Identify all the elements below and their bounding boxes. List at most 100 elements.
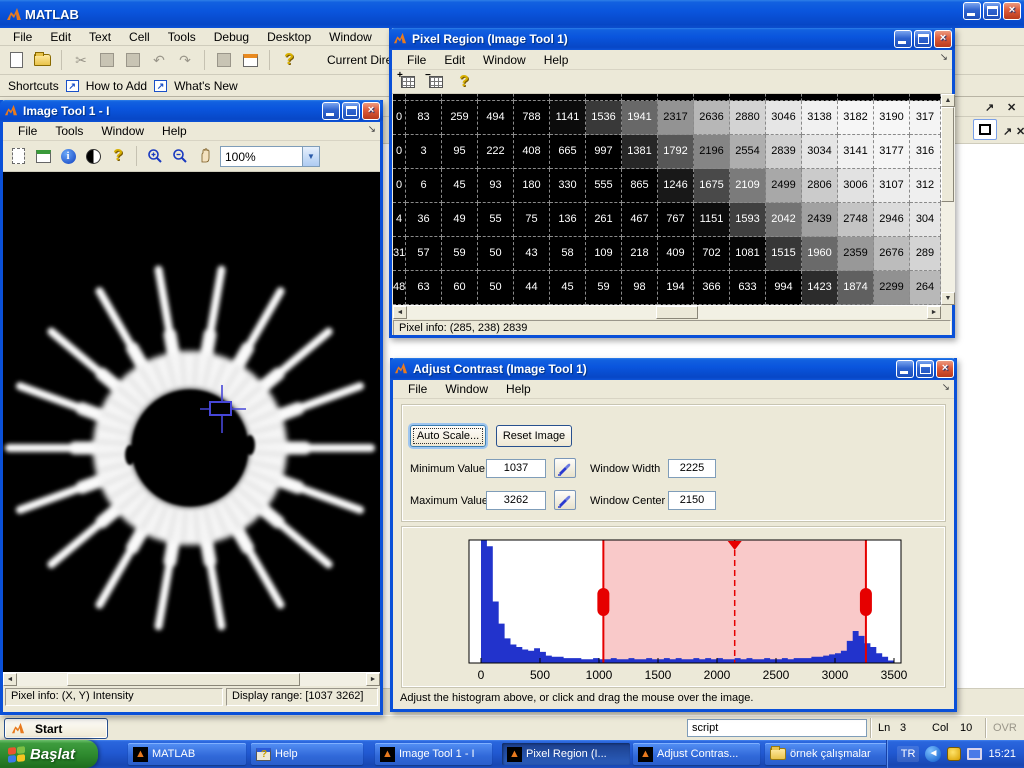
grid-cell[interactable]: 194 xyxy=(658,271,694,305)
grid-cell-clipped[interactable] xyxy=(622,94,658,101)
menu-file[interactable]: File xyxy=(9,122,46,140)
grid-cell[interactable]: 83 xyxy=(406,101,442,135)
grid-cell-clipped[interactable] xyxy=(766,94,802,101)
grid-cell[interactable]: 43 xyxy=(514,237,550,271)
close-pane-icon[interactable]: ✕ xyxy=(1016,125,1024,138)
close-button[interactable]: × xyxy=(362,102,380,120)
script-field[interactable]: script xyxy=(687,719,867,737)
close-button[interactable]: × xyxy=(936,360,954,378)
task-button-matlab[interactable]: ▲MATLAB xyxy=(128,743,246,765)
menu-text[interactable]: Text xyxy=(80,28,120,46)
simulink-icon[interactable] xyxy=(214,50,234,70)
grid-cell[interactable]: 2499 xyxy=(766,169,802,203)
chevron-down-icon[interactable]: ▼ xyxy=(302,147,319,166)
grid-cell[interactable]: 1381 xyxy=(622,135,658,169)
grid-cell[interactable]: 264 xyxy=(910,271,941,305)
dock-arrow-icon[interactable]: ↘ xyxy=(368,124,376,135)
grid-cell-clipped[interactable] xyxy=(694,94,730,101)
grid-cell[interactable]: 45 xyxy=(442,169,478,203)
grid-cell[interactable]: 50 xyxy=(478,271,514,305)
menu-window[interactable]: Window xyxy=(92,122,153,140)
grid-cell-clipped[interactable] xyxy=(478,94,514,101)
grid-cell[interactable]: 289 xyxy=(910,237,941,271)
pan-hand-icon[interactable] xyxy=(195,146,215,166)
grid-cell[interactable]: 330 xyxy=(550,169,586,203)
undock-icon[interactable]: ↗ xyxy=(985,101,994,114)
shortcut-icon[interactable]: ↗ xyxy=(66,80,79,92)
window-center-field[interactable]: 2150 xyxy=(668,491,716,510)
task-button-rnek-al-malar[interactable]: örnek çalışmalar xyxy=(765,743,887,765)
copy-icon[interactable] xyxy=(97,50,117,70)
help-icon[interactable]: ? xyxy=(108,146,128,166)
grid-cell-clipped[interactable] xyxy=(838,94,874,101)
menu-window[interactable]: Window xyxy=(320,28,381,46)
minimize-button[interactable] xyxy=(896,360,914,378)
grid-cell[interactable]: 1960 xyxy=(802,237,838,271)
grid-cell[interactable]: 555 xyxy=(586,169,622,203)
intensity-histogram[interactable]: 0500100015002000250030003500 xyxy=(402,527,943,685)
grid-cell[interactable]: 95 xyxy=(442,135,478,169)
grid-cell[interactable]: 2880 xyxy=(730,101,766,135)
menu-help[interactable]: Help xyxy=(497,380,540,398)
adjust-contrast-titlebar[interactable]: Adjust Contrast (Image Tool 1) × xyxy=(390,358,957,380)
zoom-level-combobox[interactable]: 100% ▼ xyxy=(220,146,320,167)
grid-cell[interactable]: 3006 xyxy=(838,169,874,203)
scroll-up-arrow[interactable]: ▲ xyxy=(941,94,955,107)
grid-cell[interactable]: 45 xyxy=(550,271,586,305)
task-button-adjust-contras[interactable]: ▲Adjust Contras... xyxy=(633,743,760,765)
grid-cell[interactable]: 2196 xyxy=(694,135,730,169)
matlab-titlebar[interactable]: MATLAB × xyxy=(0,0,1024,28)
grid-cell[interactable]: 2439 xyxy=(802,203,838,237)
menu-help[interactable]: Help xyxy=(153,122,196,140)
menu-cell[interactable]: Cell xyxy=(120,28,159,46)
open-file-icon[interactable] xyxy=(32,50,52,70)
maximize-button[interactable] xyxy=(342,102,360,120)
image-horizontal-scrollbar[interactable]: ◄ ► xyxy=(3,672,380,686)
grid-cell[interactable]: 63 xyxy=(406,271,442,305)
matlab-start-button[interactable]: Start xyxy=(4,718,108,739)
grid-cell[interactable]: 633 xyxy=(730,271,766,305)
grid-cell[interactable]: 2299 xyxy=(874,271,910,305)
grid-cell[interactable]: 317 xyxy=(910,101,941,135)
grid-cell[interactable]: 261 xyxy=(586,203,622,237)
grid-cell[interactable]: 467 xyxy=(622,203,658,237)
scroll-right-arrow[interactable]: ► xyxy=(366,673,380,686)
maximize-button[interactable] xyxy=(916,360,934,378)
zoom-out-grid-icon[interactable]: − xyxy=(426,72,446,92)
grid-cell-clipped[interactable] xyxy=(442,94,478,101)
menu-tools[interactable]: Tools xyxy=(46,122,92,140)
adjust-contrast-icon[interactable] xyxy=(83,146,103,166)
grid-cell[interactable]: 136 xyxy=(550,203,586,237)
menu-file[interactable]: File xyxy=(399,380,436,398)
menu-debug[interactable]: Debug xyxy=(205,28,258,46)
scroll-left-arrow[interactable]: ◄ xyxy=(393,306,407,319)
scroll-thumb[interactable] xyxy=(656,306,698,319)
grid-cell[interactable]: 31 xyxy=(393,237,406,271)
grid-cell[interactable]: 0 xyxy=(393,101,406,135)
grid-cell[interactable]: 1675 xyxy=(694,169,730,203)
menu-file[interactable]: File xyxy=(398,51,435,69)
grid-cell[interactable]: 2359 xyxy=(838,237,874,271)
min-eyedropper-button[interactable] xyxy=(554,458,576,478)
image-canvas[interactable] xyxy=(3,172,380,672)
grid-cell[interactable]: 109 xyxy=(586,237,622,271)
redo-icon[interactable]: ↷ xyxy=(175,50,195,70)
grid-cell[interactable]: 2748 xyxy=(838,203,874,237)
grid-horizontal-scrollbar[interactable]: ◄ ► xyxy=(393,305,941,319)
menu-desktop[interactable]: Desktop xyxy=(258,28,320,46)
grid-cell[interactable]: 3107 xyxy=(874,169,910,203)
grid-cell[interactable]: 0 xyxy=(393,169,406,203)
grid-cell[interactable]: 1593 xyxy=(730,203,766,237)
dock-arrow-icon[interactable]: ↘ xyxy=(942,382,950,393)
grid-cell[interactable]: 218 xyxy=(622,237,658,271)
minimize-button[interactable] xyxy=(322,102,340,120)
grid-cell[interactable]: 1515 xyxy=(766,237,802,271)
grid-cell[interactable]: 366 xyxy=(694,271,730,305)
grid-cell-clipped[interactable] xyxy=(586,94,622,101)
grid-cell[interactable]: 2554 xyxy=(730,135,766,169)
grid-cell[interactable]: 2806 xyxy=(802,169,838,203)
grid-cell[interactable]: 3 xyxy=(406,135,442,169)
pixel-region-titlebar[interactable]: Pixel Region (Image Tool 1) × xyxy=(389,28,955,50)
grid-cell[interactable]: 409 xyxy=(658,237,694,271)
grid-vertical-scrollbar[interactable]: ▲ ▼ xyxy=(941,94,955,305)
